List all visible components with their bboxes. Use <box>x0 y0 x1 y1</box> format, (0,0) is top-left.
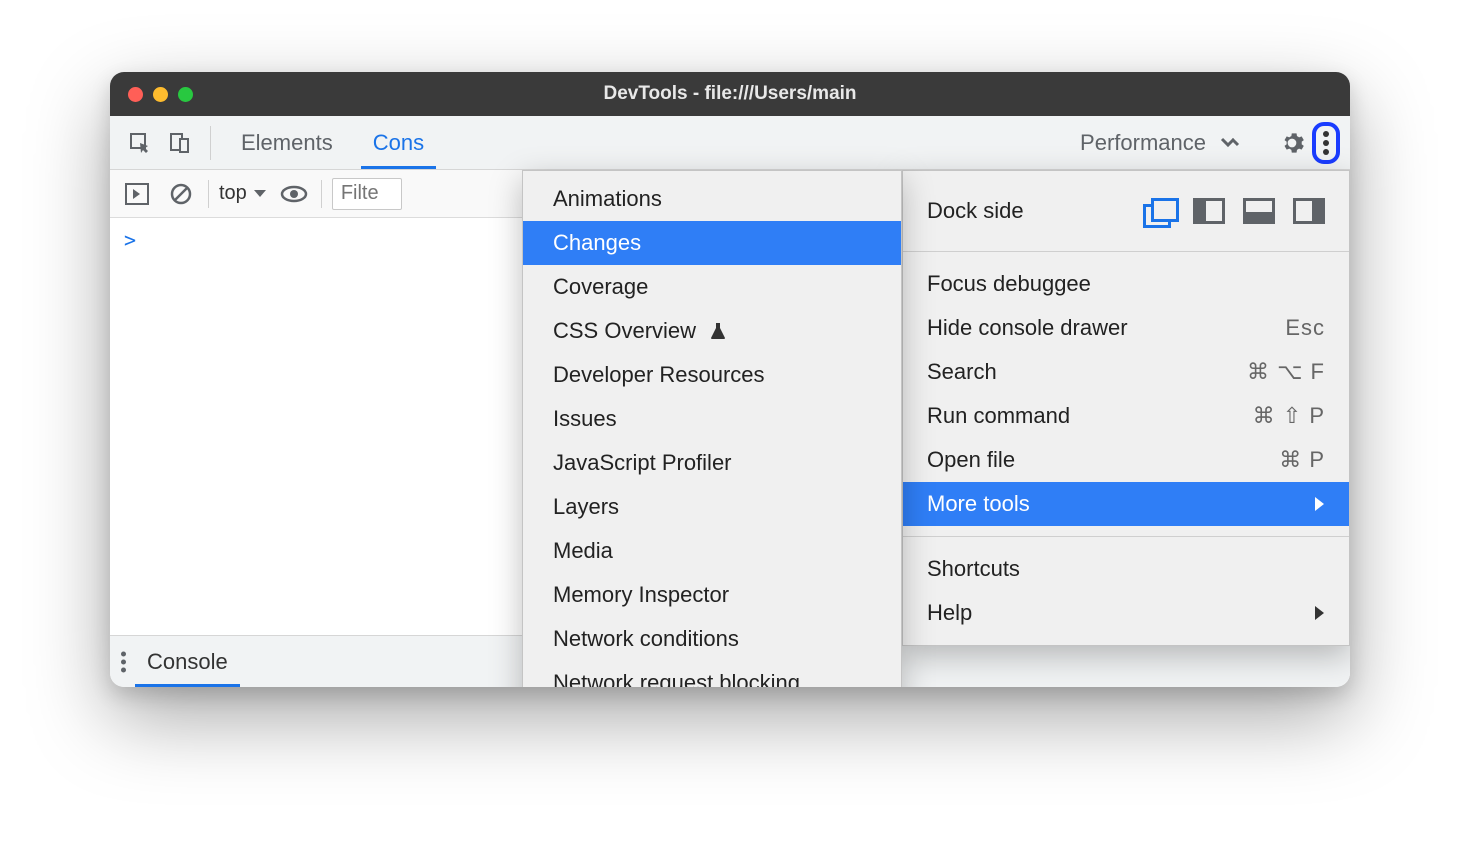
submenu-item-label: Changes <box>553 230 641 256</box>
submenu-item-label: Coverage <box>553 274 648 300</box>
submenu-item[interactable]: Changes <box>523 221 901 265</box>
overflow-tabs-icon[interactable] <box>1212 123 1252 163</box>
submenu-item[interactable]: Network request blocking <box>523 661 901 687</box>
toggle-sidebar-icon[interactable] <box>120 177 154 211</box>
menu-help[interactable]: Help <box>903 591 1349 635</box>
settings-icon[interactable] <box>1272 123 1312 163</box>
shortcut: ⌘ ⇧ P <box>1253 403 1325 429</box>
shortcut: Esc <box>1285 315 1325 341</box>
dock-undock-icon[interactable] <box>1143 198 1175 224</box>
menu-more-tools[interactable]: More tools <box>903 482 1349 526</box>
drawer-more-icon[interactable] <box>120 650 127 674</box>
tab-performance[interactable]: Performance <box>1060 116 1212 169</box>
device-toolbar-icon[interactable] <box>160 123 200 163</box>
menu-run-command[interactable]: Run command ⌘ ⇧ P <box>903 394 1349 438</box>
devtools-window: DevTools - file:///Users/main Elements C… <box>110 72 1350 687</box>
submenu-item[interactable]: Animations <box>523 177 901 221</box>
devtools-tabbar: Elements Cons Performance <box>110 116 1350 170</box>
traffic-lights <box>128 87 193 102</box>
filter-input[interactable] <box>332 178 402 210</box>
menu-search[interactable]: Search ⌘ ⌥ F <box>903 350 1349 394</box>
menu-focus-debuggee[interactable]: Focus debuggee <box>903 262 1349 306</box>
dock-side-row: Dock side <box>903 181 1349 241</box>
separator <box>208 180 209 208</box>
separator <box>210 126 211 160</box>
submenu-item-label: CSS Overview <box>553 318 696 344</box>
main-menu: Dock side Focus debuggee Hide console dr… <box>902 170 1350 646</box>
inspect-element-icon[interactable] <box>120 123 160 163</box>
submenu-item-label: Layers <box>553 494 619 520</box>
submenu-item-label: Media <box>553 538 613 564</box>
submenu-item[interactable]: Memory Inspector <box>523 573 901 617</box>
submenu-item-label: Memory Inspector <box>553 582 729 608</box>
chevron-down-icon <box>253 189 267 199</box>
experiment-icon <box>710 322 726 340</box>
minimize-window-button[interactable] <box>153 87 168 102</box>
close-window-button[interactable] <box>128 87 143 102</box>
dock-side-label: Dock side <box>927 198 1125 224</box>
submenu-item[interactable]: JavaScript Profiler <box>523 441 901 485</box>
maximize-window-button[interactable] <box>178 87 193 102</box>
submenu-item[interactable]: Developer Resources <box>523 353 901 397</box>
more-tools-submenu: Animations Changes Coverage CSS Overview Dev… <box>522 170 902 687</box>
submenu-item[interactable]: Network conditions <box>523 617 901 661</box>
console-prompt-icon: > <box>124 228 136 252</box>
menu-shortcuts[interactable]: Shortcuts <box>903 547 1349 591</box>
submenu-item[interactable]: CSS Overview <box>523 309 901 353</box>
tab-console[interactable]: Cons <box>353 116 444 169</box>
dock-left-icon[interactable] <box>1193 198 1225 224</box>
submenu-item-label: Network request blocking <box>553 670 800 687</box>
submenu-item[interactable]: Coverage <box>523 265 901 309</box>
tab-elements[interactable]: Elements <box>221 116 353 169</box>
submenu-item-label: JavaScript Profiler <box>553 450 732 476</box>
submenu-item[interactable]: Media <box>523 529 901 573</box>
context-selector[interactable]: top <box>219 182 267 205</box>
menu-open-file[interactable]: Open file ⌘ P <box>903 438 1349 482</box>
more-menu-button[interactable] <box>1312 122 1340 164</box>
submenu-arrow-icon <box>1313 605 1325 621</box>
titlebar: DevTools - file:///Users/main <box>110 72 1350 116</box>
shortcut: ⌘ P <box>1279 447 1325 473</box>
submenu-item-label: Network conditions <box>553 626 739 652</box>
shortcut: ⌘ ⌥ F <box>1247 359 1325 385</box>
submenu-item[interactable]: Layers <box>523 485 901 529</box>
live-expression-icon[interactable] <box>277 177 311 211</box>
menu-hide-console[interactable]: Hide console drawer Esc <box>903 306 1349 350</box>
window-title: DevTools - file:///Users/main <box>110 83 1350 105</box>
dock-bottom-icon[interactable] <box>1243 198 1275 224</box>
submenu-item-label: Animations <box>553 186 662 212</box>
submenu-item-label: Issues <box>553 406 617 432</box>
submenu-item[interactable]: Issues <box>523 397 901 441</box>
separator <box>321 180 322 208</box>
context-value: top <box>219 182 247 205</box>
submenu-arrow-icon <box>1313 496 1325 512</box>
dock-right-icon[interactable] <box>1293 198 1325 224</box>
submenu-item-label: Developer Resources <box>553 362 765 388</box>
drawer-tab-console[interactable]: Console <box>127 636 248 687</box>
clear-console-icon[interactable] <box>164 177 198 211</box>
